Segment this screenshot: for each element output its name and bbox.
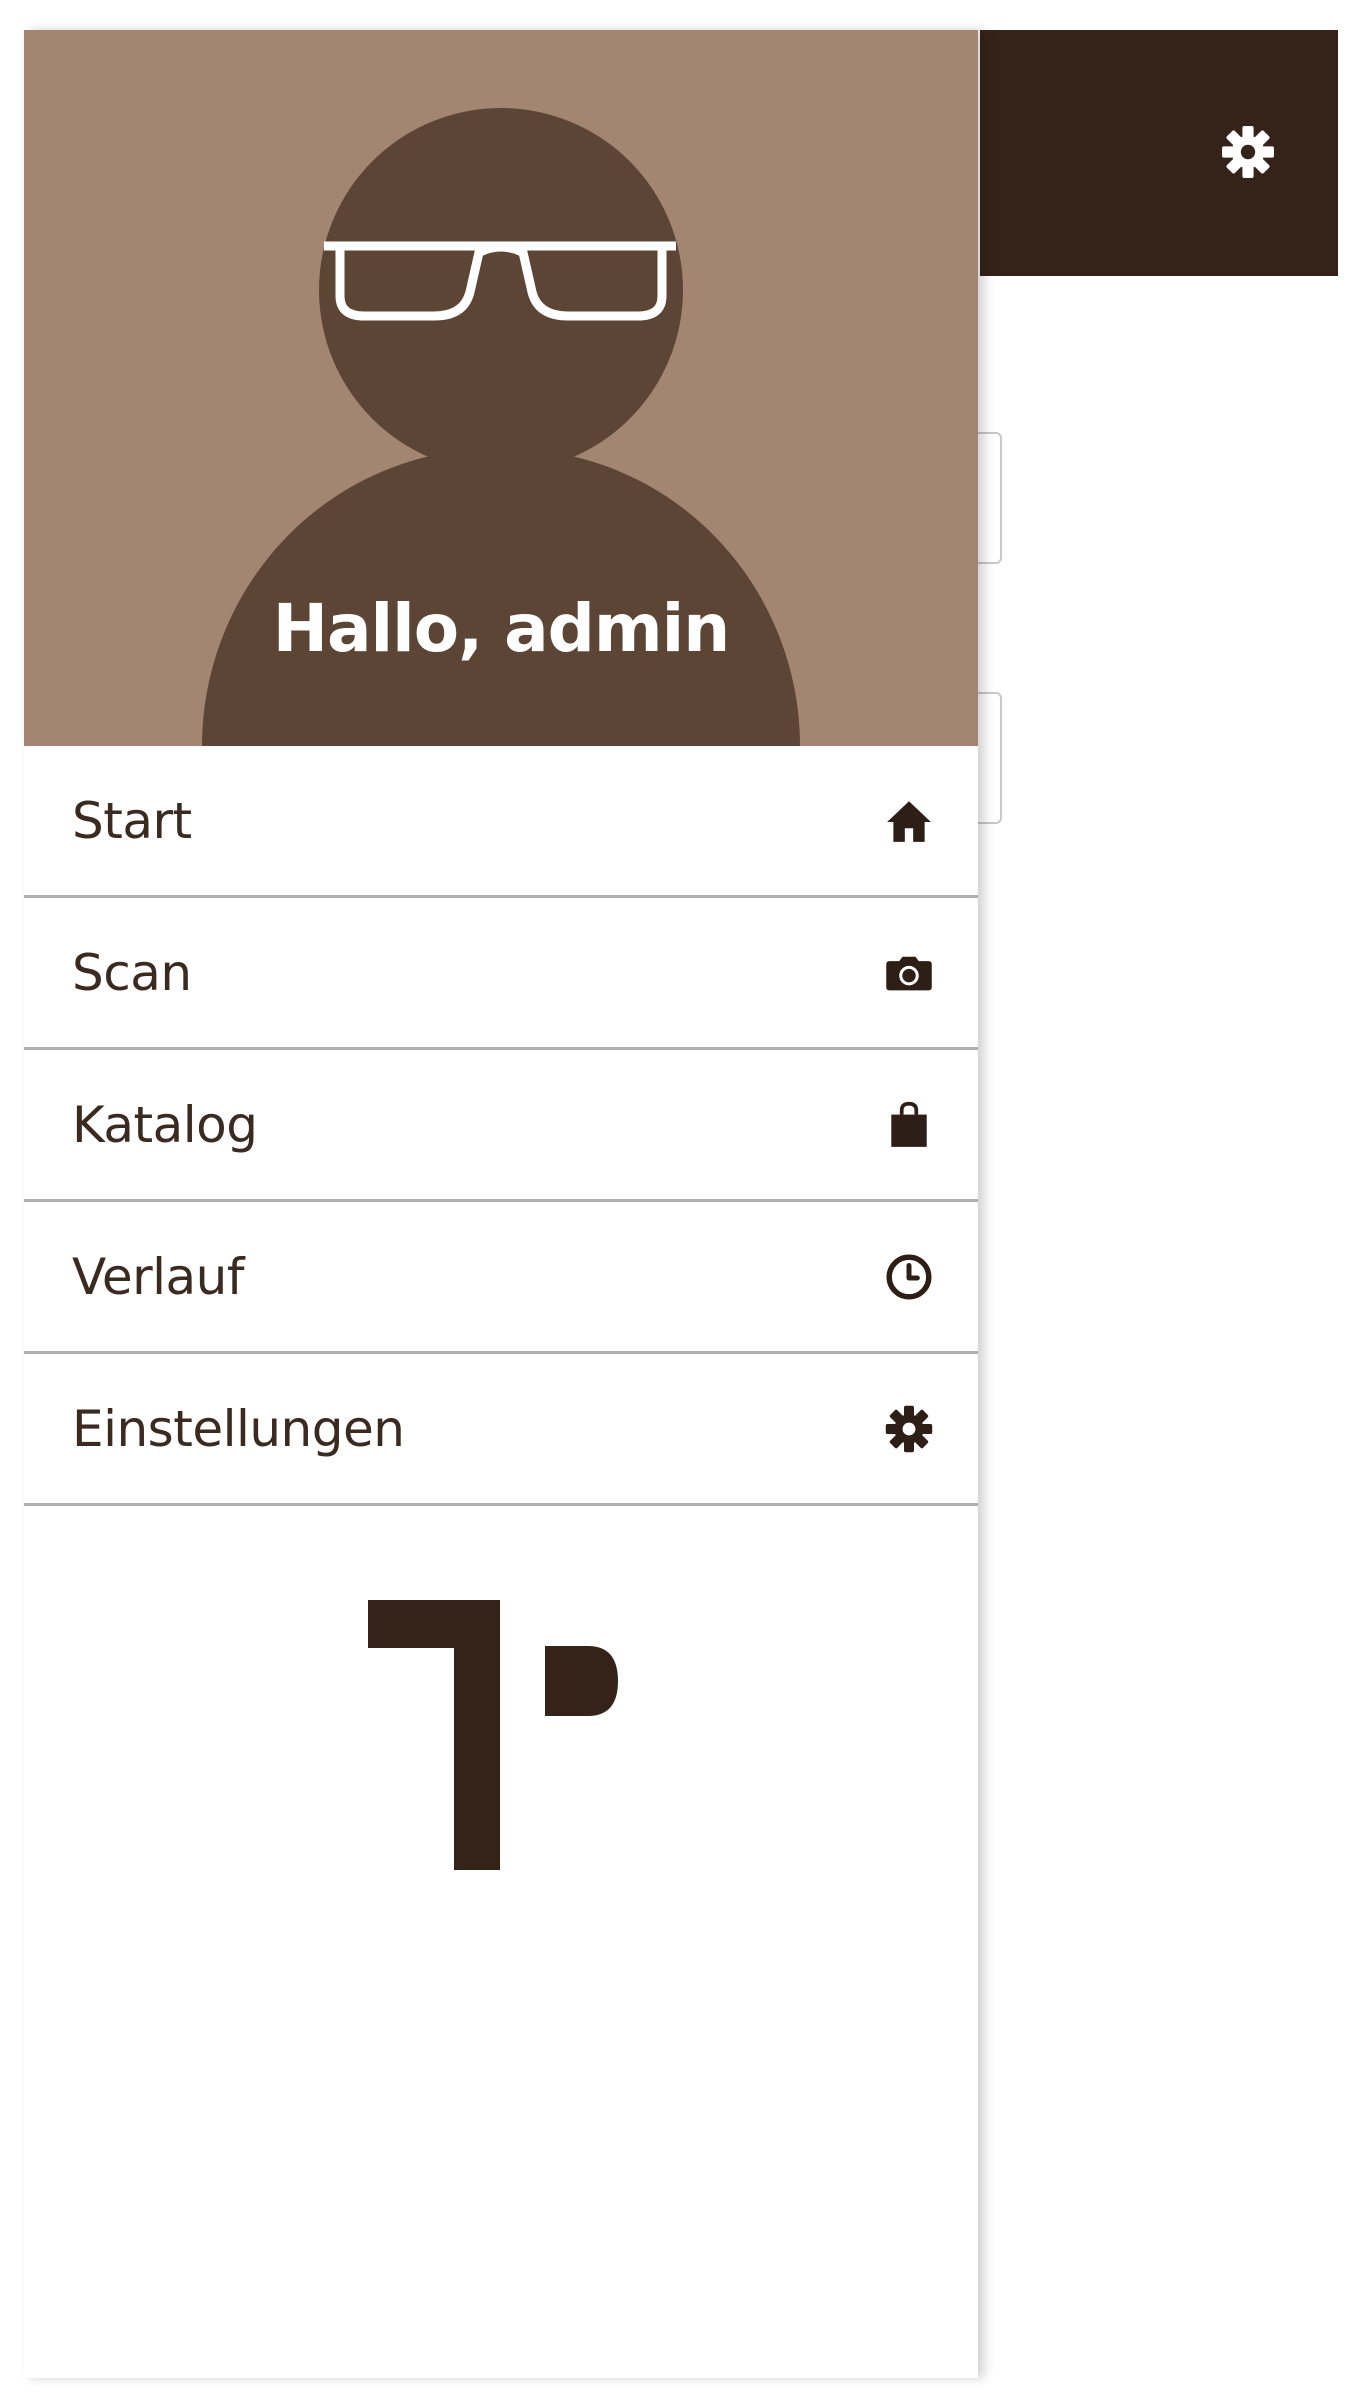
menu-item-label: Start xyxy=(72,791,192,850)
menu-item-katalog[interactable]: Katalog xyxy=(24,1050,978,1202)
menu-item-label: Scan xyxy=(72,943,192,1002)
shopping-bag-icon xyxy=(882,1098,936,1152)
greeting-text: Hallo, admin xyxy=(272,590,731,667)
clock-icon xyxy=(882,1250,936,1304)
gear-icon xyxy=(1222,126,1274,178)
navigation-drawer: Hallo, admin Start Scan Katalog Verlauf … xyxy=(24,30,978,2378)
drawer-header: Hallo, admin xyxy=(24,30,978,746)
brand-logo xyxy=(368,1600,618,1870)
gear-icon xyxy=(882,1402,936,1456)
app-screen: Hallo, admin Start Scan Katalog Verlauf … xyxy=(0,0,1362,2404)
menu-item-scan[interactable]: Scan xyxy=(24,898,978,1050)
app-top-bar xyxy=(980,30,1338,276)
menu-item-verlauf[interactable]: Verlauf xyxy=(24,1202,978,1354)
menu-item-start[interactable]: Start xyxy=(24,746,978,898)
menu-item-label: Verlauf xyxy=(72,1247,244,1306)
home-icon xyxy=(882,794,936,848)
camera-icon xyxy=(882,946,936,1000)
menu-item-einstellungen[interactable]: Einstellungen xyxy=(24,1354,978,1506)
drawer-menu: Start Scan Katalog Verlauf Einstellungen xyxy=(24,746,978,1506)
menu-item-label: Katalog xyxy=(72,1095,258,1154)
settings-button[interactable] xyxy=(1210,114,1286,190)
menu-item-label: Einstellungen xyxy=(72,1399,405,1458)
